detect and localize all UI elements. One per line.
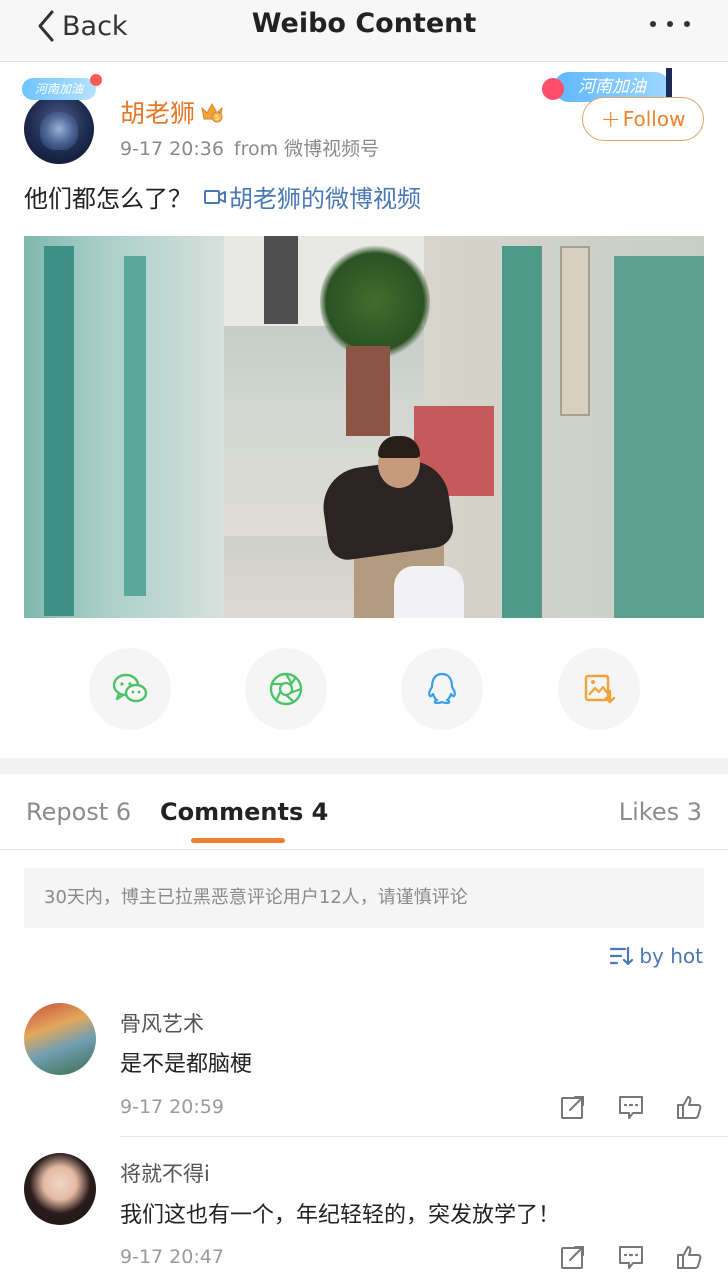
avatar[interactable] bbox=[24, 1153, 96, 1225]
door-right-near bbox=[614, 256, 704, 618]
like-icon[interactable] bbox=[676, 1094, 702, 1120]
tower-icon bbox=[666, 68, 672, 100]
sort-label: by hot bbox=[639, 944, 703, 968]
white-bag bbox=[394, 566, 464, 618]
comment-text: 我们这也有一个，年纪轻轻的，突发放学了！ bbox=[120, 1203, 561, 1228]
sort-icon bbox=[610, 946, 634, 966]
page-title: Weibo Content bbox=[251, 8, 477, 39]
door-left-far bbox=[124, 256, 146, 596]
follow-label: Follow bbox=[622, 107, 686, 131]
follow-button[interactable]: + Follow bbox=[582, 97, 704, 141]
door-right bbox=[502, 246, 542, 618]
video-link[interactable]: 胡老狮的微博视频 bbox=[204, 179, 421, 214]
wall-frame bbox=[560, 246, 590, 416]
dot-icon bbox=[650, 21, 656, 27]
post-time: 9-17 20:36 bbox=[120, 138, 224, 160]
post-text: 他们都怎么了？ bbox=[24, 185, 192, 213]
comment-actions bbox=[560, 1094, 702, 1120]
share-qq-button[interactable] bbox=[401, 648, 483, 730]
video-icon bbox=[204, 189, 226, 204]
save-image-icon bbox=[584, 674, 616, 704]
plant-pot bbox=[346, 346, 390, 436]
post-source: from 微博视频号 bbox=[233, 138, 380, 160]
sort-button[interactable]: by hot bbox=[609, 944, 703, 968]
svg-text:5: 5 bbox=[215, 114, 219, 122]
avatar[interactable] bbox=[24, 1003, 96, 1075]
dot-icon bbox=[667, 21, 673, 27]
avatar-badge: 河南加油 bbox=[22, 74, 102, 100]
save-image-button[interactable] bbox=[558, 648, 640, 730]
potted-plant bbox=[320, 242, 430, 362]
avatar-image bbox=[24, 94, 94, 164]
comment-author[interactable]: 将就不得i bbox=[120, 1158, 210, 1188]
post-meta: 9-17 20:36 from 微博视频号 bbox=[120, 134, 389, 161]
moments-icon bbox=[269, 672, 303, 706]
author-name[interactable]: 胡老狮 bbox=[120, 94, 195, 130]
crown-vip-icon: 5 bbox=[201, 102, 223, 123]
video-player[interactable] bbox=[24, 236, 704, 618]
door-left bbox=[44, 246, 74, 616]
plus-icon: + bbox=[600, 105, 621, 133]
tab-comments[interactable]: Comments 4 bbox=[160, 798, 328, 826]
active-tab-indicator bbox=[191, 838, 285, 843]
comment-author[interactable]: 骨风艺术 bbox=[120, 1008, 204, 1038]
post-body: 他们都怎么了？ 胡老狮的微博视频 bbox=[24, 179, 421, 214]
share-row bbox=[0, 648, 728, 730]
tab-likes[interactable]: Likes 3 bbox=[619, 798, 702, 826]
comment-actions bbox=[560, 1244, 702, 1270]
more-options-button[interactable] bbox=[650, 18, 690, 30]
wechat-icon bbox=[112, 673, 148, 703]
reply-icon[interactable] bbox=[618, 1094, 644, 1120]
comment-time: 9-17 20:47 bbox=[120, 1246, 224, 1268]
section-divider bbox=[0, 758, 728, 774]
comment-text: 是不是都脑梗 bbox=[120, 1052, 253, 1077]
qq-icon bbox=[428, 672, 456, 705]
nav-bar: Back Weibo Content bbox=[0, 0, 728, 62]
comment-notice: 30天内，博主已拉黑恶意评论用户12人，请谨慎评论 bbox=[24, 868, 704, 928]
tab-bar: Repost 6 Comments 4 Likes 3 bbox=[0, 774, 728, 850]
corridor-door bbox=[264, 236, 298, 324]
video-link-label: 胡老狮的微博视频 bbox=[229, 185, 421, 213]
share-moments-button[interactable] bbox=[245, 648, 327, 730]
author-avatar[interactable]: 河南加油 bbox=[22, 74, 102, 164]
dot-icon bbox=[684, 21, 690, 27]
comment-divider bbox=[120, 1136, 728, 1137]
share-wechat-button[interactable] bbox=[89, 648, 171, 730]
reply-icon[interactable] bbox=[618, 1244, 644, 1270]
share-icon[interactable] bbox=[560, 1094, 586, 1120]
like-icon[interactable] bbox=[676, 1244, 702, 1270]
comment-time: 9-17 20:59 bbox=[120, 1096, 224, 1118]
wolf-face-icon bbox=[40, 112, 78, 150]
share-icon[interactable] bbox=[560, 1244, 586, 1270]
heart-icon bbox=[542, 78, 564, 100]
tab-repost[interactable]: Repost 6 bbox=[26, 798, 131, 826]
